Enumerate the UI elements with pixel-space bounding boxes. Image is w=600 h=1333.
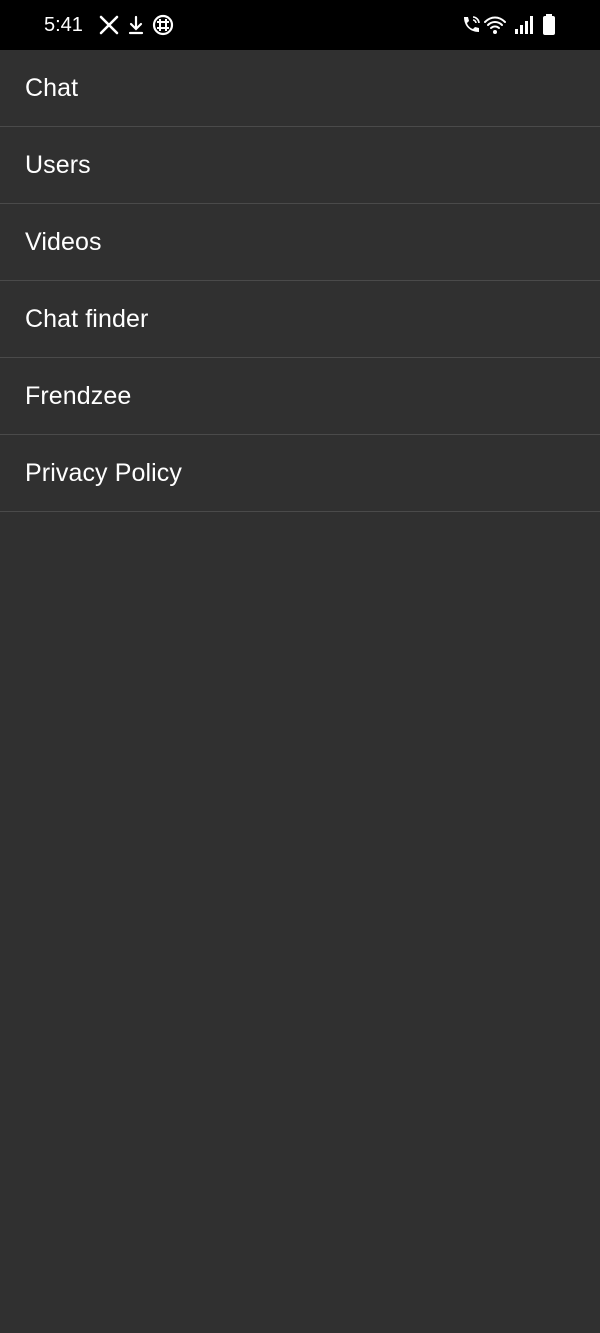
menu-item-label: Chat bbox=[25, 74, 79, 102]
menu-item-label: Videos bbox=[25, 228, 102, 256]
x-logo-icon bbox=[97, 13, 121, 37]
menu-item-frendzee[interactable]: Frendzee bbox=[0, 358, 600, 435]
signal-icon bbox=[512, 13, 536, 37]
menu-list: Chat Users Videos Chat finder Frendzee P… bbox=[0, 50, 600, 512]
battery-icon bbox=[537, 13, 561, 37]
status-bar: 5:41 bbox=[0, 0, 600, 50]
download-icon bbox=[124, 13, 148, 37]
menu-item-label: Frendzee bbox=[25, 382, 132, 410]
menu-item-label: Users bbox=[25, 151, 91, 179]
grid-app-icon bbox=[151, 13, 175, 37]
menu-item-chat[interactable]: Chat bbox=[0, 50, 600, 127]
menu-item-label: Privacy Policy bbox=[25, 459, 182, 487]
menu-item-users[interactable]: Users bbox=[0, 127, 600, 204]
wifi-icon bbox=[483, 13, 507, 37]
menu-item-videos[interactable]: Videos bbox=[0, 204, 600, 281]
menu-item-privacy-policy[interactable]: Privacy Policy bbox=[0, 435, 600, 512]
wifi-calling-icon bbox=[459, 13, 483, 37]
menu-item-label: Chat finder bbox=[25, 305, 149, 333]
status-time: 5:41 bbox=[44, 14, 83, 36]
menu-item-chat-finder[interactable]: Chat finder bbox=[0, 281, 600, 358]
